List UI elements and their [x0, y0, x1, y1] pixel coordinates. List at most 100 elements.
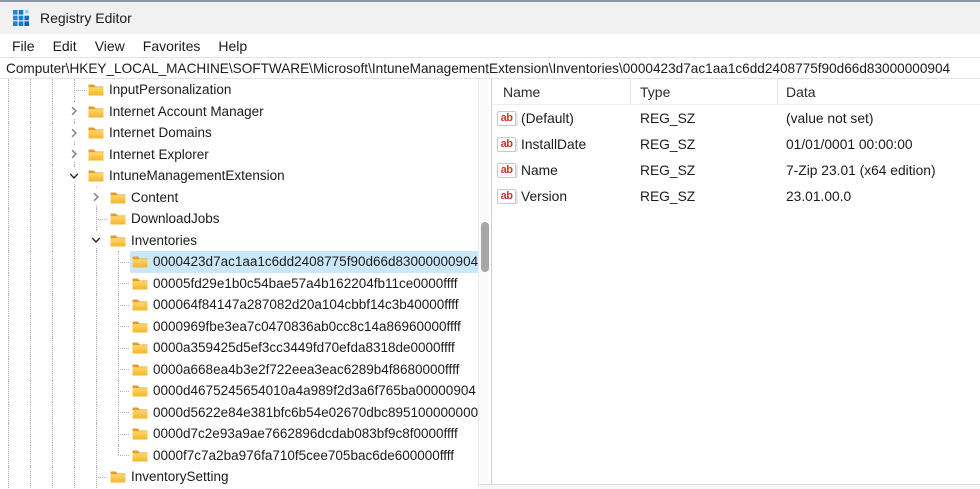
- tree-item-internet-account-manager[interactable]: Internet Account Manager: [0, 100, 478, 123]
- tree-connector-stub: [118, 412, 129, 414]
- registry-value-row-name[interactable]: ab Name REG_SZ 7-Zip 23.01 (x64 edition): [492, 157, 980, 183]
- tree-item-content[interactable]: 0000d4675245654010a4a989f2d3a6f765ba0000…: [130, 380, 478, 402]
- expand-chevron-icon[interactable]: [88, 189, 104, 205]
- tree-guide-line: [74, 251, 75, 273]
- folder-icon: [110, 234, 126, 247]
- tree-guide-line: [8, 315, 9, 337]
- tree-connector-stub: [118, 347, 129, 349]
- registry-value-row-default[interactable]: ab (Default) REG_SZ (value not set): [492, 105, 980, 131]
- menu-file[interactable]: File: [3, 34, 44, 57]
- tree-item-0000d7c2e93a9ae7662896dcdab083bf9c8f0000ffff[interactable]: 0000d7c2e93a9ae7662896dcdab083bf9c8f0000…: [0, 423, 478, 445]
- tree-item-intunemanagementextension[interactable]: IntuneManagementExtension: [0, 165, 478, 187]
- tree-item-0000d5622e84e381bfc6b54e02670dbc895100000000[interactable]: 0000d5622e84e381bfc6b54e02670dbc89510000…: [0, 401, 478, 424]
- folder-icon: [88, 83, 104, 96]
- menu-help[interactable]: Help: [209, 34, 256, 57]
- menu-favorites[interactable]: Favorites: [134, 34, 210, 57]
- folder-icon: [132, 277, 148, 290]
- tree-item-content[interactable]: Internet Explorer: [86, 144, 213, 166]
- tree-item-content[interactable]: 0000969fbe3ea7c0470836ab0cc8c14a86960000…: [130, 316, 465, 338]
- tree-item-content[interactable]: InputPersonalization: [86, 79, 235, 101]
- tree-item-content[interactable]: Inventories: [108, 230, 201, 252]
- values-rows: ab (Default) REG_SZ (value not set) ab Instal…: [492, 105, 980, 209]
- folder-icon: [88, 105, 104, 118]
- tree-guide-line: [8, 165, 9, 187]
- tree-guide-line: [74, 272, 75, 294]
- folder-icon: [132, 363, 148, 376]
- tree-guide-line: [52, 100, 53, 122]
- tree-item-0000f7c7a2ba976fa710f5cee705bac6de600000ffff[interactable]: 0000f7c7a2ba976fa710f5cee705bac6de600000…: [0, 444, 478, 467]
- tree-item-content[interactable]: Content: [108, 187, 182, 209]
- tree-item-inventories[interactable]: Inventories: [0, 229, 478, 252]
- tree-guide-line: [96, 444, 97, 466]
- tree-guide-line: [8, 208, 9, 230]
- column-header-type[interactable]: Type: [631, 79, 778, 104]
- column-header-name[interactable]: Name: [492, 79, 631, 104]
- tree-item-content[interactable]: 0000a668ea4b3e2f722eea3eac6289b4f8680000…: [130, 359, 463, 381]
- folder-icon: [88, 126, 104, 139]
- tree-item-content[interactable]: Content: [0, 186, 478, 209]
- value-name: Name: [521, 162, 558, 178]
- tree-item-0000a668ea4b3e2f722eea3eac6289b4f8680000ffff[interactable]: 0000a668ea4b3e2f722eea3eac6289b4f8680000…: [0, 358, 478, 381]
- tree-guide-line: [52, 272, 53, 294]
- tree-guide-line: [52, 251, 53, 273]
- tree-item-inputpersonalization[interactable]: InputPersonalization: [0, 79, 478, 101]
- scrollbar-thumb[interactable]: [481, 222, 489, 272]
- tree-scrollbar[interactable]: [478, 79, 490, 489]
- registry-value-row-version[interactable]: ab Version REG_SZ 23.01.00.0: [492, 183, 980, 209]
- tree-item-internet-domains[interactable]: Internet Domains: [0, 122, 478, 144]
- tree-item-0000d4675245654010a4a989f2d3a6f765ba00000904[interactable]: 0000d4675245654010a4a989f2d3a6f765ba0000…: [0, 380, 478, 402]
- tree-item-selected-content[interactable]: 0000423d7ac1aa1c6dd2408775f90d66d8300000…: [130, 251, 478, 273]
- tree-connector-stub: [118, 326, 129, 328]
- expand-chevron-icon[interactable]: [66, 146, 82, 162]
- tree-item-content[interactable]: 0000a359425d5ef3cc3449fd70efda8318de0000…: [130, 337, 459, 359]
- menu-edit[interactable]: Edit: [44, 34, 86, 57]
- tree-guide-line: [8, 358, 9, 380]
- tree-item-content[interactable]: InventorySetting: [108, 466, 233, 488]
- tree-item-0000a359425d5ef3cc3449fd70efda8318de0000ffff[interactable]: 0000a359425d5ef3cc3449fd70efda8318de0000…: [0, 337, 478, 359]
- column-header-data[interactable]: Data: [778, 79, 980, 104]
- expand-chevron-icon[interactable]: [66, 103, 82, 119]
- bottom-scroll-strip[interactable]: [478, 484, 980, 489]
- tree-item-content[interactable]: Internet Account Manager: [86, 101, 268, 123]
- menu-view[interactable]: View: [86, 34, 134, 57]
- tree-item-000064f84147a287082d20a104cbbf14c3b40000ffff[interactable]: 000064f84147a287082d20a104cbbf14c3b40000…: [0, 294, 478, 316]
- collapse-chevron-icon[interactable]: [88, 232, 104, 248]
- tree-guide-line: [52, 122, 53, 144]
- value-type: REG_SZ: [640, 162, 696, 178]
- address-input[interactable]: [0, 58, 980, 78]
- tree-guide-line: [30, 186, 31, 208]
- tree-item-content[interactable]: 000064f84147a287082d20a104cbbf14c3b40000…: [130, 294, 463, 316]
- tree-item-label: InventorySetting: [131, 469, 229, 484]
- tree-guide-line: [30, 251, 31, 273]
- tree-item-00005fd29e1b0c54bae57a4b162204fb11ce0000ffff[interactable]: 00005fd29e1b0c54bae57a4b162204fb11ce0000…: [0, 272, 478, 295]
- collapse-chevron-icon[interactable]: [66, 167, 82, 184]
- tree-guide-line: [74, 337, 75, 359]
- tree-item-0000423d7ac1aa1c6dd2408775f90d66d83000000904[interactable]: 0000423d7ac1aa1c6dd2408775f90d66d8300000…: [0, 251, 478, 273]
- tree-connector-stub: [118, 369, 129, 371]
- tree-item-content[interactable]: 0000d5622e84e381bfc6b54e02670dbc89510000…: [130, 402, 478, 424]
- tree-item-downloadjobs[interactable]: DownloadJobs: [0, 208, 478, 230]
- tree-guide-line: [8, 380, 9, 402]
- tree-item-0000969fbe3ea7c0470836ab0cc8c14a86960000ffff[interactable]: 0000969fbe3ea7c0470836ab0cc8c14a86960000…: [0, 315, 478, 338]
- tree-guide-line: [52, 294, 53, 316]
- tree-guide-line: [52, 466, 53, 488]
- tree-connector-stub: [118, 283, 129, 285]
- tree-item-internet-explorer[interactable]: Internet Explorer: [0, 143, 478, 166]
- tree-item-label: DownloadJobs: [131, 211, 220, 226]
- tree-connector-stub: [74, 89, 85, 91]
- tree-item-content[interactable]: Internet Domains: [86, 122, 216, 144]
- tree-item-content[interactable]: IntuneManagementExtension: [86, 165, 289, 187]
- tree-guide-line: [8, 229, 9, 251]
- tree-guide-line: [74, 358, 75, 380]
- tree-item-content[interactable]: 0000d7c2e93a9ae7662896dcdab083bf9c8f0000…: [130, 423, 462, 445]
- tree-item-inventorysetting[interactable]: InventorySetting: [0, 466, 478, 488]
- tree-item-content[interactable]: 00005fd29e1b0c54bae57a4b162204fb11ce0000…: [130, 273, 462, 295]
- expand-chevron-icon[interactable]: [66, 124, 82, 141]
- tree-item-content[interactable]: DownloadJobs: [108, 208, 224, 230]
- tree-item-content[interactable]: 0000f7c7a2ba976fa710f5cee705bac6de600000…: [130, 445, 458, 467]
- tree-item-label: InputPersonalization: [109, 82, 232, 97]
- registry-value-row-installdate[interactable]: ab InstallDate REG_SZ 01/01/0001 00:00:00: [492, 131, 980, 157]
- tree-guide-line: [118, 444, 119, 456]
- tree-guide-line: [30, 444, 31, 466]
- tree-guide-line: [8, 294, 9, 316]
